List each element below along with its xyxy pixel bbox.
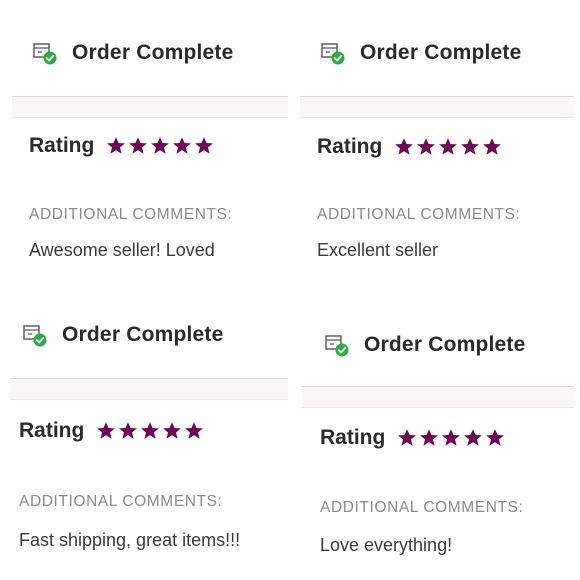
star-icon [395, 138, 414, 155]
star-icon [129, 137, 148, 154]
divider-band [12, 96, 288, 118]
star-icon [97, 422, 116, 439]
star-icon [163, 422, 182, 439]
star-icon [420, 429, 439, 446]
comment-text: Awesome seller! Loved [29, 240, 215, 260]
order-card: Order Complete Rating ADDITIONAL COMMENT… [302, 332, 574, 572]
order-card: Order Complete Rating ADDITIONAL COMMENT… [300, 40, 574, 270]
star-rating [96, 421, 206, 441]
order-header: Order Complete [32, 40, 234, 66]
star-icon [461, 138, 480, 155]
rating-label: Rating [317, 135, 383, 158]
star-icon [141, 422, 160, 439]
order-status-title: Order Complete [72, 41, 234, 64]
star-icon [486, 429, 505, 446]
order-status-title: Order Complete [364, 333, 526, 356]
divider-band [10, 378, 288, 400]
star-rating [397, 428, 507, 448]
comment-text: Excellent seller [317, 240, 439, 260]
rating-label: Rating [19, 419, 85, 442]
rating-row: Rating [320, 426, 507, 450]
rating-label: Rating [320, 426, 386, 449]
star-icon [398, 429, 417, 446]
order-card: Order Complete Rating ADDITIONAL COMMENT… [12, 40, 288, 270]
star-rating [394, 137, 504, 157]
order-header: Order Complete [324, 332, 526, 358]
package-check-icon [32, 40, 58, 66]
star-rating [106, 136, 216, 156]
divider-band [300, 96, 574, 118]
star-icon [173, 137, 192, 154]
star-icon [442, 429, 461, 446]
divider-band [302, 386, 574, 408]
rating-label: Rating [29, 134, 95, 157]
rating-row: Rating [317, 135, 504, 159]
star-icon [151, 137, 170, 154]
star-icon [439, 138, 458, 155]
comment-text: Fast shipping, great items!!! [19, 530, 241, 550]
rating-row: Rating [29, 134, 216, 158]
star-icon [483, 138, 502, 155]
package-check-icon [22, 322, 48, 348]
order-status-title: Order Complete [62, 323, 224, 346]
rating-row: Rating [19, 419, 206, 443]
star-icon [464, 429, 483, 446]
order-header: Order Complete [22, 322, 224, 348]
star-icon [185, 422, 204, 439]
order-card: Order Complete Rating ADDITIONAL COMMENT… [10, 322, 288, 572]
order-status-title: Order Complete [360, 41, 522, 64]
additional-comments-label: ADDITIONAL COMMENTS: [29, 206, 233, 223]
star-icon [107, 137, 126, 154]
additional-comments-label: ADDITIONAL COMMENTS: [317, 206, 521, 223]
additional-comments-label: ADDITIONAL COMMENTS: [19, 493, 223, 510]
comment-text: Love everything! [320, 535, 453, 555]
star-icon [195, 137, 214, 154]
package-check-icon [324, 332, 350, 358]
star-icon [119, 422, 138, 439]
order-header: Order Complete [320, 40, 522, 66]
star-icon [417, 138, 436, 155]
package-check-icon [320, 40, 346, 66]
additional-comments-label: ADDITIONAL COMMENTS: [320, 499, 524, 516]
